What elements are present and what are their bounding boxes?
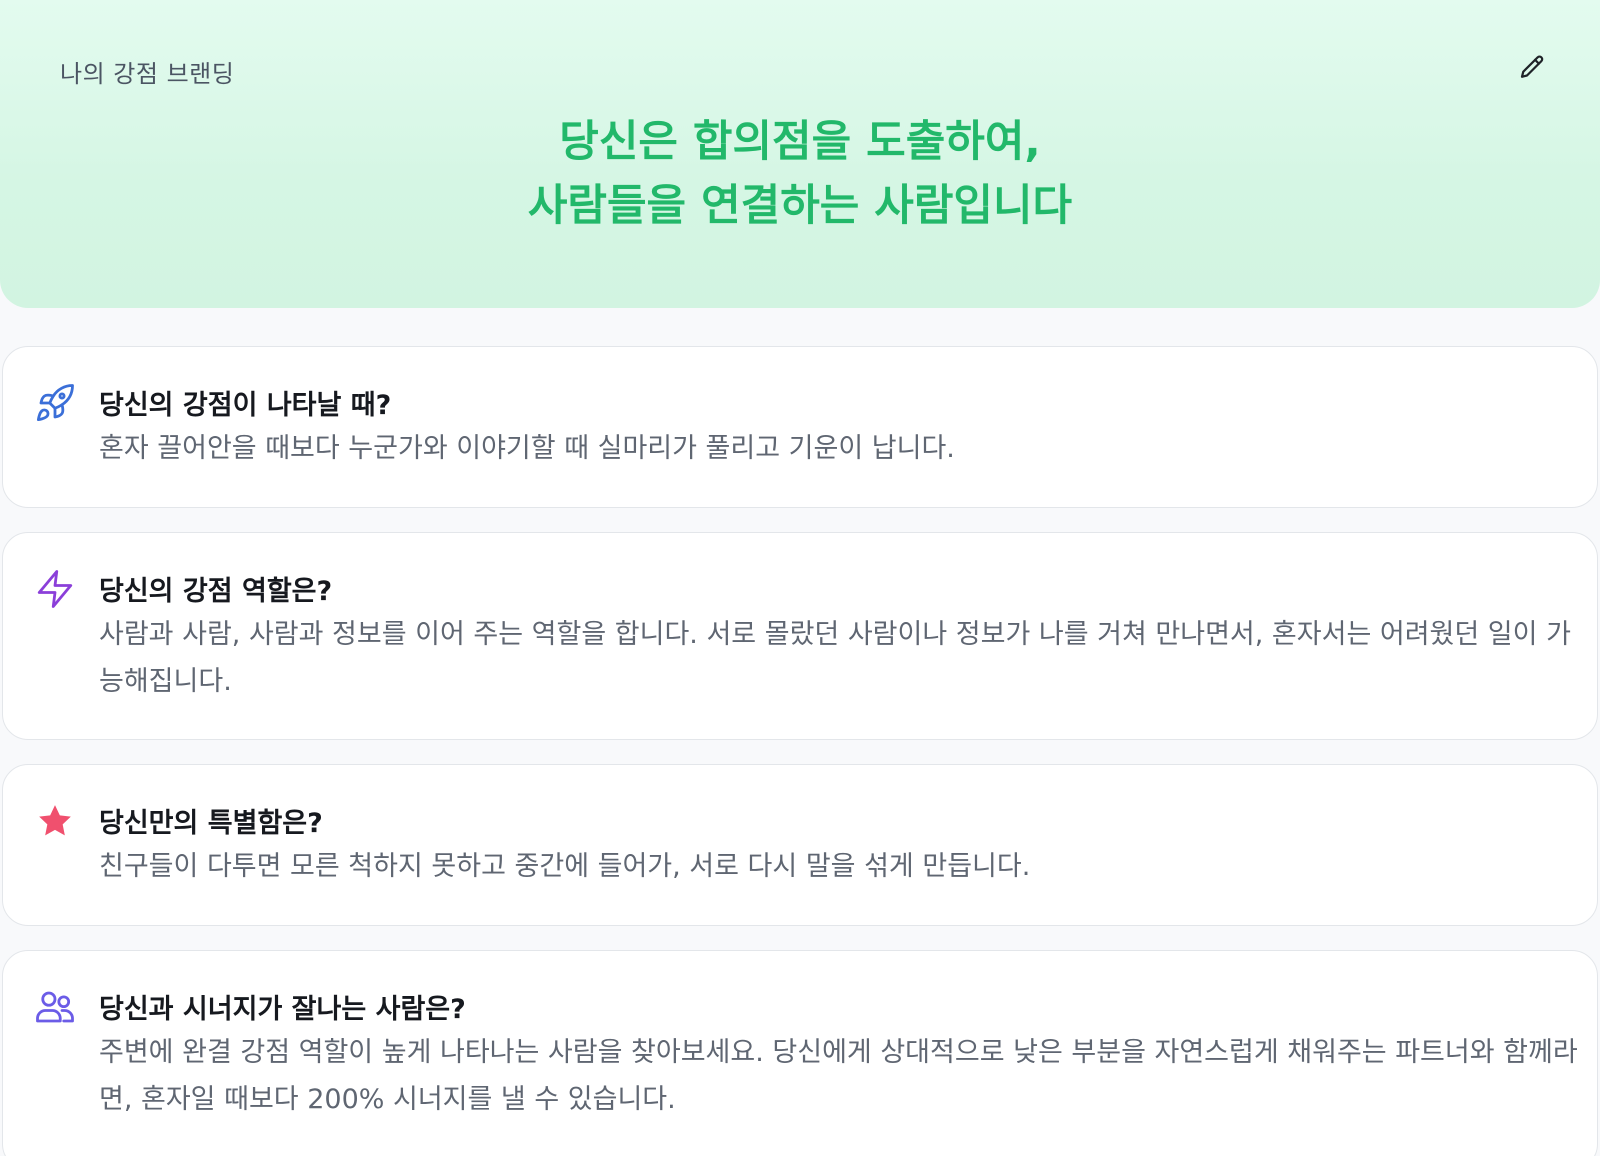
card-strength-moment: 당신의 강점이 나타날 때? 혼자 끌어안을 때보다 누군가와 이야기할 때 실… <box>2 346 1598 508</box>
card-title: 당신만의 특별함은? <box>99 808 323 839</box>
hero-banner: 나의 강점 브랜딩 당신은 합의점을 도출하여, 사람들을 연결하는 사람입니다 <box>0 0 1600 308</box>
card-body: 혼자 끌어안을 때보다 누군가와 이야기할 때 실마리가 풀리고 기운이 납니다… <box>99 433 955 464</box>
hero-headline: 당신은 합의점을 도출하여, 사람들을 연결하는 사람입니다 <box>0 110 1600 238</box>
strength-branding-page: 나의 강점 브랜딩 당신은 합의점을 도출하여, 사람들을 연결하는 사람입니다… <box>0 0 1600 1156</box>
card-icon-wrap <box>33 567 77 611</box>
card-strength-role: 당신의 강점 역할은? 사람과 사람, 사람과 정보를 이어 주는 역할을 합니… <box>2 532 1598 740</box>
star-icon <box>39 805 71 836</box>
card-icon-wrap <box>33 381 77 425</box>
card-body: 친구들이 다투면 모른 척하지 못하고 중간에 들어가, 서로 다시 말을 섞게… <box>99 851 1031 882</box>
edit-button[interactable] <box>1512 48 1552 88</box>
card-title: 당신과 시너지가 잘나는 사람은? <box>99 994 466 1025</box>
card-body: 사람과 사람, 사람과 정보를 이어 주는 역할을 합니다. 서로 몰랐던 사람… <box>99 619 1571 697</box>
hero-headline-line-1: 당신은 합의점을 도출하여, <box>559 117 1041 167</box>
users-icon <box>36 991 74 1023</box>
card-specialness: 당신만의 특별함은? 친구들이 다투면 모른 척하지 못하고 중간에 들어가, … <box>2 764 1598 926</box>
pencil-icon <box>1520 55 1544 78</box>
card-synergy: 당신과 시너지가 잘나는 사람은? 주변에 완결 강점 역할이 높게 나타나는 … <box>2 950 1598 1156</box>
hero-headline-line-2: 사람들을 연결하는 사람입니다 <box>527 181 1073 231</box>
card-title: 당신의 강점 역할은? <box>99 576 333 607</box>
card-icon-wrap <box>33 799 77 843</box>
card-icon-wrap <box>33 985 77 1029</box>
lightning-icon <box>37 570 73 608</box>
rocket-icon <box>36 384 74 422</box>
card-body: 주변에 완결 강점 역할이 높게 나타나는 사람을 찾아보세요. 당신에게 상대… <box>99 1037 1578 1115</box>
hero-label: 나의 강점 브랜딩 <box>60 60 235 88</box>
card-title: 당신의 강점이 나타날 때? <box>99 390 392 421</box>
